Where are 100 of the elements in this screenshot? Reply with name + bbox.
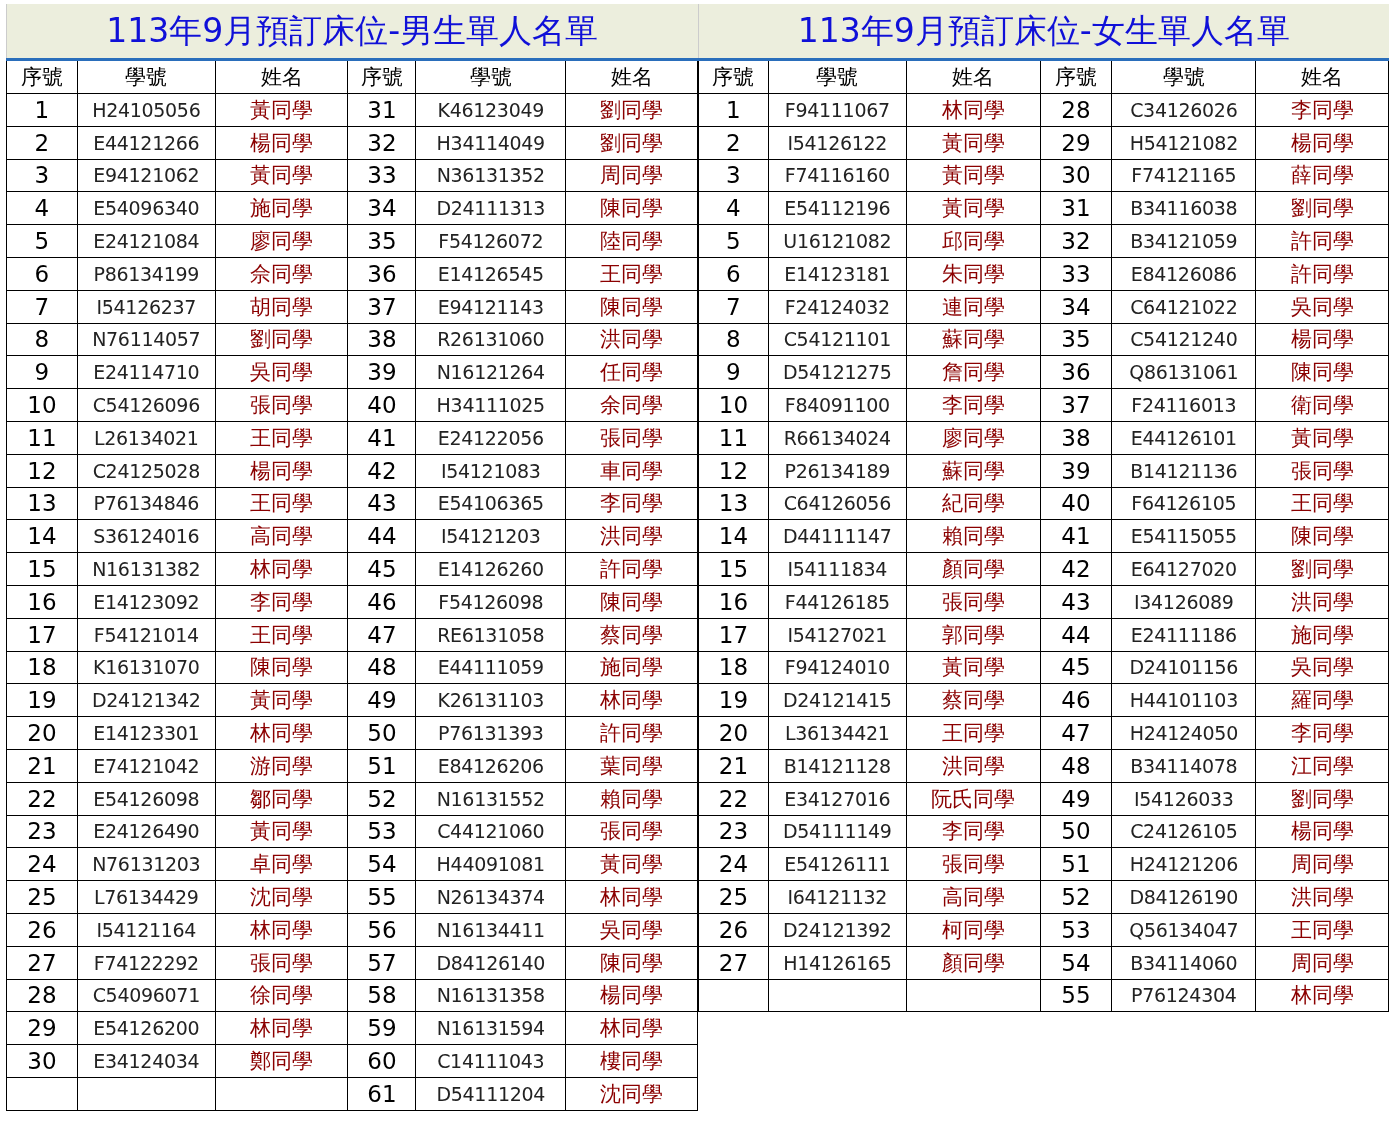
table-cell: 28 [6,979,78,1012]
table-cell: D44111147 [768,519,907,553]
table-cell: 5 [698,224,769,258]
table-cell: 3 [698,159,769,192]
table-cell: 林同學 [215,552,348,586]
table-cell: 劉同學 [1255,552,1389,586]
table-cell: 14 [6,519,78,553]
table-cell: 陳同學 [215,651,348,684]
table-cell: F74116160 [768,159,907,192]
table-cell: L36134421 [768,716,907,750]
table-cell: C14111043 [415,1044,566,1078]
table-cell: 廖同學 [906,421,1041,455]
table-cell: U16121082 [768,224,907,258]
table-cell: D24111313 [415,191,566,225]
table-cell: N16121264 [415,355,566,389]
table-cell: 49 [1040,782,1112,816]
table-cell: 羅同學 [1255,683,1389,717]
table-cell: 劉同學 [215,323,348,356]
table-cell: H24121206 [1111,847,1256,881]
table-cell: 27 [698,946,769,979]
table-cell: B34116038 [1111,191,1256,225]
table-cell: F54126098 [415,585,566,619]
table-cell: 吳同學 [565,913,698,947]
table-cell: C24126105 [1111,815,1256,848]
column-header: 學號 [415,59,566,94]
table-cell: E44126101 [1111,421,1256,455]
table-cell: 李同學 [906,388,1041,422]
table-cell: 47 [348,618,416,652]
table-cell: N16131358 [415,979,566,1012]
table-cell: 55 [1040,979,1112,1012]
table-cell: 7 [698,290,769,324]
table-cell: E74121042 [77,749,216,783]
table-cell: C54121240 [1111,323,1256,356]
table-cell: 48 [1040,749,1112,783]
table-cell: D84126190 [1111,880,1256,914]
table-cell: 王同學 [215,618,348,652]
table-cell: 34 [348,191,416,225]
table-cell: 吳同學 [1255,290,1389,324]
table-cell: 30 [1040,159,1112,192]
table-cell: 12 [698,454,769,488]
table-cell: B34114078 [1111,749,1256,783]
table-cell: 王同學 [906,716,1041,750]
table-cell: 游同學 [215,749,348,783]
table-cell: H44101103 [1111,683,1256,717]
table-cell: 蘇同學 [906,323,1041,356]
table-cell: E14123181 [768,257,907,291]
table-cell: 林同學 [215,1011,348,1045]
table-cell: 35 [1040,323,1112,356]
table-cell: F64126105 [1111,487,1256,520]
table-cell: C44121060 [415,815,566,848]
table-cell: 高同學 [906,880,1041,914]
table-cell: 25 [6,880,78,914]
table-cell: L76134429 [77,880,216,914]
table-cell: 16 [698,585,769,619]
table-cell: 6 [698,257,769,291]
table-cell: 32 [1040,224,1112,258]
table-cell: 施同學 [215,191,348,225]
column-header: 姓名 [215,59,348,94]
table-cell: 林同學 [565,683,698,717]
table-cell: 7 [6,290,78,324]
table-cell: 張同學 [906,585,1041,619]
table-cell: 48 [348,651,416,684]
table-cell: 許同學 [1255,257,1389,291]
table-cell: E54115055 [1111,519,1256,553]
table-cell: N16131382 [77,552,216,586]
table-cell: E84126086 [1111,257,1256,291]
table-cell: 9 [6,355,78,389]
table-cell: 15 [6,552,78,586]
table-cell: 楊同學 [1255,126,1389,160]
table-cell: 8 [698,323,769,356]
table-cell: P86134199 [77,257,216,291]
table-cell: D24121415 [768,683,907,717]
table-cell: 12 [6,454,78,488]
table-cell: E24121084 [77,224,216,258]
table-cell: 10 [6,388,78,422]
table-cell: 顏同學 [906,552,1041,586]
table-cell: 張同學 [565,421,698,455]
table-cell: 施同學 [565,651,698,684]
table-cell: E24111186 [1111,618,1256,652]
table-cell: 41 [1040,519,1112,553]
table-cell: B34114060 [1111,946,1256,979]
table-cell: 56 [348,913,416,947]
table-cell: I54126033 [1111,782,1256,816]
table-cell: P76124304 [1111,979,1256,1012]
table-cell: N76131203 [77,847,216,881]
table-cell: 34 [1040,290,1112,324]
table-cell: Q86131061 [1111,355,1256,389]
table-cell: 王同學 [1255,487,1389,520]
table-cell: 周同學 [1255,847,1389,881]
table-cell: 李同學 [1255,93,1389,127]
table-cell: 36 [348,257,416,291]
table-cell: 賴同學 [565,782,698,816]
table-cell: 24 [698,847,769,881]
column-header: 序號 [348,59,416,94]
table-cell: R26131060 [415,323,566,356]
table-cell: 張同學 [906,847,1041,881]
table-cell: F74122292 [77,946,216,979]
table-cell: 洪同學 [906,749,1041,783]
table-cell: 19 [698,683,769,717]
table-cell: C54126096 [77,388,216,422]
